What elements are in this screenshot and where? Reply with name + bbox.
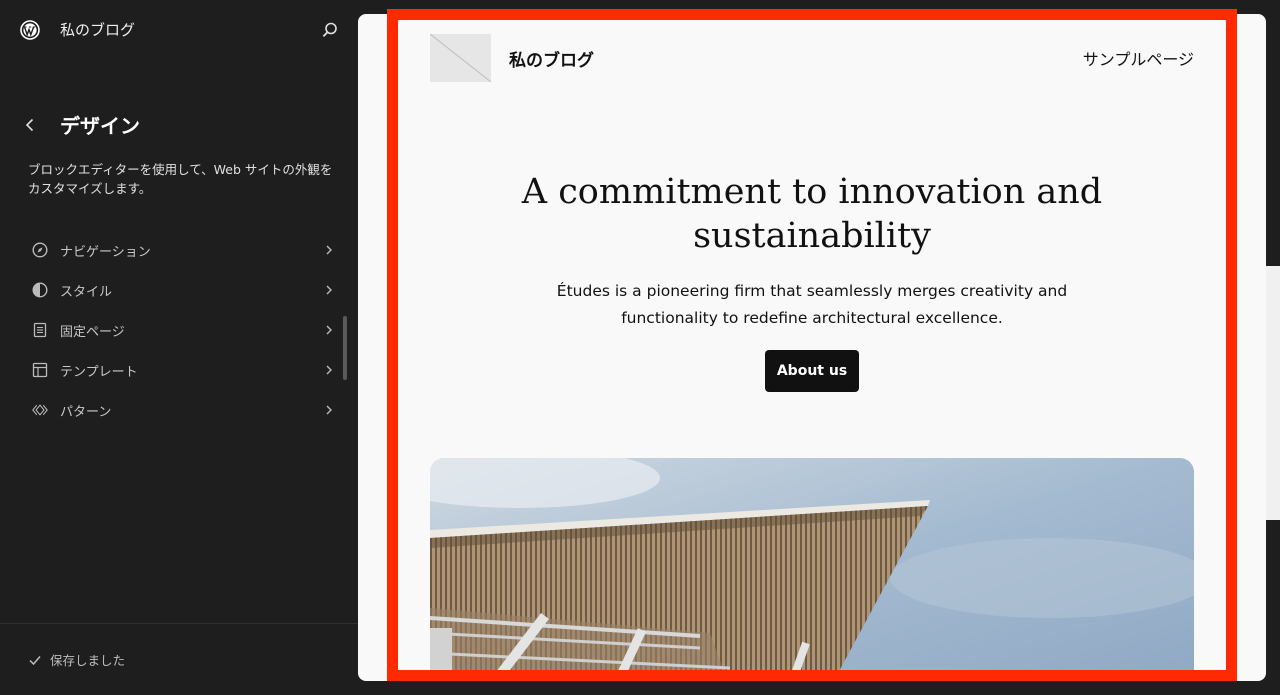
about-us-button[interactable]: About us [765, 350, 859, 392]
site-logo-placeholder[interactable] [429, 33, 492, 83]
chevron-right-icon [326, 365, 332, 375]
hero-paragraph: Études is a pioneering firm that seamles… [556, 282, 1068, 327]
design-navigation: ナビゲーション スタイル 固定ページ テンプレート パターン [20, 230, 344, 430]
preview-site-name[interactable]: 私のブログ [509, 46, 594, 71]
preview-nav-link[interactable]: サンプルページ [1083, 46, 1194, 70]
site-title[interactable]: 私のブログ [60, 19, 135, 40]
nav-item-pages[interactable]: 固定ページ [20, 310, 344, 350]
back-button[interactable] [20, 114, 40, 136]
nav-item-label: ナビゲーション [60, 244, 151, 260]
page-icon [32, 322, 48, 338]
chevron-left-icon [25, 118, 34, 132]
search-icon[interactable] [320, 20, 340, 40]
nav-item-label: 固定ページ [60, 324, 125, 340]
site-preview-canvas[interactable]: 私のブログ サンプルページ A commitment to innovation… [358, 14, 1266, 681]
template-icon [32, 362, 48, 378]
nav-item-label: スタイル [60, 284, 113, 300]
styles-icon [32, 282, 48, 298]
pattern-icon [32, 402, 48, 418]
chevron-right-icon [326, 405, 332, 415]
nav-item-templates[interactable]: テンプレート [20, 350, 344, 390]
hero-building-image [430, 458, 1194, 681]
chevron-right-icon [326, 285, 332, 295]
sidebar-scrollbar[interactable] [343, 316, 347, 380]
panel-description: ブロックエディターを使用して、Web サイトの外観をカスタマイズします。 [28, 162, 333, 196]
navigation-icon [32, 242, 48, 258]
chevron-right-icon [326, 245, 332, 255]
panel-title: デザイン [60, 114, 140, 138]
right-edge-shade [1266, 266, 1280, 520]
wordpress-icon[interactable] [20, 20, 40, 40]
nav-item-label: パターン [60, 404, 112, 420]
nav-item-styles[interactable]: スタイル [20, 270, 344, 310]
save-status-label: 保存しました [50, 653, 126, 668]
chevron-right-icon [326, 325, 332, 335]
nav-item-patterns[interactable]: パターン [20, 390, 344, 430]
check-icon [29, 655, 41, 665]
sidebar: 私のブログ デザイン ブロックエディターを使用して、Web サイトの外観をカスタ… [0, 0, 358, 695]
footer-divider [0, 623, 358, 624]
hero-heading: A commitment to innovation and sustainab… [521, 172, 1103, 256]
nav-item-label: テンプレート [60, 364, 138, 380]
save-status: 保存しました [28, 650, 125, 669]
nav-item-navigation[interactable]: ナビゲーション [20, 230, 344, 270]
